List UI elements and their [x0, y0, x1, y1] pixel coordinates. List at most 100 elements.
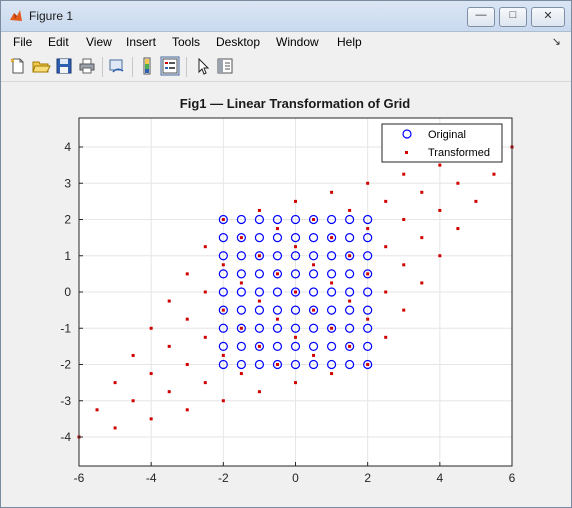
- maximize-button[interactable]: □: [499, 7, 527, 27]
- transformed-point: [366, 317, 370, 321]
- pointer-icon[interactable]: [193, 56, 213, 76]
- toolbar-separator: [186, 57, 187, 77]
- transformed-point: [257, 208, 261, 212]
- transformed-point: [348, 254, 352, 258]
- transformed-point: [221, 353, 225, 357]
- menu-help[interactable]: Help: [337, 35, 362, 49]
- x-tick-label: 4: [436, 471, 443, 485]
- transformed-point: [167, 390, 171, 394]
- y-tick-label: 2: [64, 213, 71, 227]
- close-button[interactable]: ✕: [531, 7, 565, 27]
- menu-insert[interactable]: Insert: [126, 35, 156, 49]
- legend-icon[interactable]: [160, 56, 180, 76]
- transformed-point: [294, 290, 297, 294]
- transformed-point: [492, 172, 496, 176]
- transformed-point: [330, 190, 334, 194]
- print-icon[interactable]: [77, 56, 97, 76]
- legend[interactable]: Original Transformed: [381, 123, 503, 163]
- transformed-point: [275, 363, 279, 366]
- transformed-point: [221, 263, 225, 267]
- transformed-point: [366, 227, 370, 231]
- minimize-button[interactable]: —: [467, 7, 495, 27]
- transformed-point: [239, 372, 243, 376]
- y-tick-label: 3: [64, 176, 71, 190]
- transformed-point: [366, 363, 370, 366]
- figure-window: Figure 1 — □ ✕ File Edit View Insert Too…: [0, 0, 572, 508]
- y-tick-label: 4: [64, 140, 71, 154]
- transformed-point: [420, 190, 424, 194]
- legend-transformed-label: Transformed: [428, 147, 490, 159]
- maximize-icon: □: [509, 9, 517, 21]
- y-tick-label: 1: [64, 249, 71, 263]
- toolbar-separator: [102, 57, 103, 77]
- close-icon: ✕: [543, 10, 553, 22]
- transformed-point: [402, 172, 406, 176]
- save-icon[interactable]: [54, 56, 74, 76]
- transformed-point: [167, 299, 171, 303]
- colorbar-icon[interactable]: [137, 56, 157, 76]
- transformed-point: [384, 245, 388, 249]
- y-tick-label: -2: [60, 358, 71, 372]
- title-bar: Figure 1 — □ ✕: [1, 1, 571, 32]
- transformed-point: [366, 272, 370, 276]
- x-tick-label: 0: [292, 471, 299, 485]
- transformed-point: [275, 317, 279, 321]
- transformed-point: [312, 308, 316, 312]
- menu-view[interactable]: View: [86, 35, 112, 49]
- transformed-point: [330, 372, 334, 376]
- transformed-point: [402, 218, 406, 221]
- property-editor-icon[interactable]: [215, 56, 235, 76]
- menu-file[interactable]: File: [13, 35, 32, 49]
- figure-canvas: Fig1 — Linear Transformation of Grid -6 -…: [6, 87, 566, 502]
- toolbar-separator: [132, 57, 133, 77]
- matlab-logo-icon: [10, 10, 22, 21]
- transformed-point: [275, 272, 279, 276]
- transformed-point: [438, 254, 442, 258]
- transformed-point: [167, 344, 171, 348]
- transformed-point: [203, 381, 207, 385]
- transformed-point: [348, 208, 352, 212]
- legend-original-label: Original: [428, 129, 466, 141]
- transformed-point: [257, 344, 261, 348]
- open-file-icon[interactable]: [31, 56, 51, 76]
- transformed-point: [113, 381, 117, 385]
- menu-bar: File Edit View Insert Tools Desktop Wind…: [1, 32, 571, 52]
- transformed-point: [239, 326, 243, 330]
- transformed-point: [294, 381, 297, 385]
- transformed-point: [438, 208, 442, 212]
- transformed-point: [312, 353, 316, 357]
- new-figure-icon[interactable]: [8, 56, 28, 76]
- transformed-point: [131, 399, 135, 403]
- transformed-point: [294, 199, 297, 203]
- transformed-point: [348, 299, 352, 303]
- menu-window[interactable]: Window: [276, 35, 319, 49]
- dock-arrow-icon[interactable]: ↘: [552, 35, 561, 48]
- transformed-point: [131, 353, 135, 357]
- transformed-point: [384, 290, 388, 294]
- transformed-point: [149, 326, 153, 330]
- y-tick-label: -3: [60, 394, 71, 408]
- minimize-icon: —: [475, 9, 487, 21]
- transformed-point: [257, 254, 261, 258]
- scatter-plot[interactable]: Fig1 — Linear Transformation of Grid -6 -…: [6, 87, 566, 502]
- transformed-point: [348, 344, 352, 348]
- transformed-point: [438, 163, 442, 167]
- transformed-point: [149, 417, 153, 421]
- legend-transformed-marker: [405, 151, 408, 154]
- menu-desktop[interactable]: Desktop: [216, 35, 260, 49]
- transformed-point: [474, 199, 478, 203]
- transformed-point: [456, 227, 460, 231]
- x-tick-label: -4: [146, 471, 157, 485]
- link-plot-icon[interactable]: [107, 56, 127, 76]
- transformed-point: [203, 290, 207, 294]
- window-title: Figure 1: [29, 9, 74, 23]
- transformed-point: [221, 399, 225, 403]
- transformed-point: [294, 335, 297, 339]
- transformed-point: [330, 326, 334, 330]
- transformed-point: [456, 181, 460, 185]
- transformed-point: [185, 272, 189, 276]
- y-tick-label: 0: [64, 285, 71, 299]
- transformed-point: [420, 236, 424, 240]
- menu-edit[interactable]: Edit: [48, 35, 69, 49]
- menu-tools[interactable]: Tools: [172, 35, 200, 49]
